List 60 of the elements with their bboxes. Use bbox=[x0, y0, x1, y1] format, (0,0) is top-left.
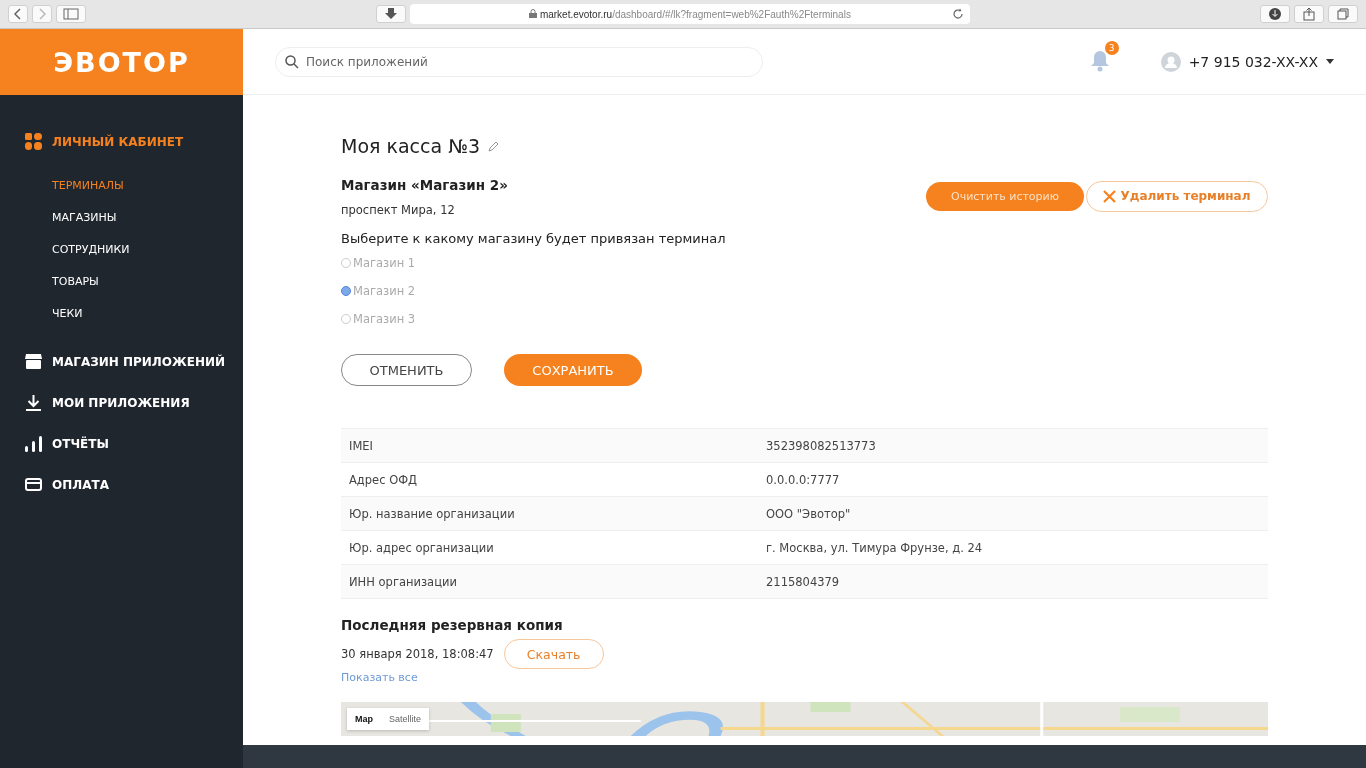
table-cell-text: г. Москва, ул. Тимура Фрунзе, д. 24 bbox=[766, 540, 984, 555]
close-icon bbox=[1103, 189, 1117, 203]
download-button[interactable] bbox=[376, 5, 406, 23]
grid-icon bbox=[25, 133, 42, 150]
download-icon bbox=[25, 394, 42, 411]
sidebar-item[interactable]: МОИ ПРИЛОЖЕНИЯ bbox=[0, 382, 243, 423]
sidebar-subitem[interactable]: ТОВАРЫ bbox=[0, 265, 243, 297]
downloads-button[interactable] bbox=[1260, 5, 1290, 23]
address-bar[interactable]: market.evotor.ru/dashboard/#/lk?fragment=web%2Fauth%2Fterminals bbox=[410, 4, 970, 24]
bar-chart-icon bbox=[25, 435, 42, 452]
cancel-button[interactable]: ОТМЕНИТЬ bbox=[341, 354, 472, 386]
map-type-button[interactable]: Satellite bbox=[381, 708, 430, 730]
chevron-right-icon bbox=[37, 8, 47, 20]
map-type-button[interactable]: Map bbox=[347, 708, 381, 730]
terminal-title: Моя касса №3 bbox=[341, 135, 481, 157]
sidebar-subitem[interactable]: ЧЕКИ bbox=[0, 297, 243, 329]
chevron-left-icon bbox=[13, 8, 23, 20]
lock-icon bbox=[529, 8, 538, 18]
caret-icon bbox=[1326, 59, 1334, 64]
table-cell-text: 352398082513773 bbox=[766, 438, 877, 453]
sidebar-item[interactable]: МАГАЗИН ПРИЛОЖЕНИЙ bbox=[0, 341, 243, 382]
avatar-icon bbox=[1160, 51, 1181, 72]
search-field[interactable]: Поиск приложений bbox=[275, 46, 763, 77]
logo: ЭВОТОР bbox=[53, 46, 190, 78]
store-name: Магазин «Магазин 2» bbox=[341, 177, 508, 193]
sidebar-subitem[interactable]: МАГАЗИНЫ bbox=[0, 201, 243, 233]
sidebar-item[interactable]: ОПЛАТА bbox=[0, 464, 243, 505]
sidebar-icon bbox=[63, 8, 79, 20]
pencil-icon[interactable] bbox=[488, 140, 501, 152]
reload-icon[interactable] bbox=[952, 8, 964, 20]
table-cell-text: IMEI bbox=[349, 438, 374, 453]
user-menu[interactable]: +7 915 032-XX-XX bbox=[1160, 51, 1334, 72]
table-cell-text: 0.0.0.0:7777 bbox=[766, 472, 841, 487]
card-icon bbox=[25, 478, 42, 491]
download-circle-icon bbox=[1269, 8, 1281, 20]
tabs-icon bbox=[1337, 8, 1349, 20]
backup-date: 30 января 2018, 18:08:47 bbox=[341, 647, 494, 661]
store-icon bbox=[25, 354, 42, 369]
table-cell-text: ООО "Эвотор" bbox=[766, 506, 852, 521]
sidebar-item[interactable]: ЛИЧНЫЙ КАБИНЕТ bbox=[0, 121, 243, 162]
share-button[interactable] bbox=[1294, 5, 1324, 23]
radio-button[interactable] bbox=[341, 286, 351, 296]
arrow-down-icon bbox=[384, 8, 398, 20]
table-cell-text: Адрес ОФД bbox=[349, 472, 419, 487]
choose-store-label: Выберите к какому магазину будет привязан терминал bbox=[341, 231, 727, 246]
back-button[interactable] bbox=[8, 5, 28, 23]
sidebar-subitem[interactable]: ТЕРМИНАЛЫ bbox=[0, 169, 243, 201]
table-cell-text: Юр. название организации bbox=[349, 506, 516, 521]
sidebar-subitem[interactable]: СОТРУДНИКИ bbox=[0, 233, 243, 265]
sidebar-item[interactable]: ОТЧЁТЫ bbox=[0, 423, 243, 464]
search-icon bbox=[285, 54, 299, 69]
tabs-button[interactable] bbox=[1328, 5, 1358, 23]
sidebar-toggle-button[interactable] bbox=[56, 5, 86, 23]
table-cell-text: ИНН организации bbox=[349, 574, 458, 589]
share-icon bbox=[1303, 7, 1315, 21]
store-address: проспект Мира, 12 bbox=[341, 203, 456, 217]
backup-title: Последняя резервная копия bbox=[341, 617, 564, 633]
notification-badge: 3 bbox=[1104, 40, 1119, 55]
table-cell-text: Юр. адрес организации bbox=[349, 540, 495, 555]
table-cell-text: 2115804379 bbox=[766, 574, 841, 589]
